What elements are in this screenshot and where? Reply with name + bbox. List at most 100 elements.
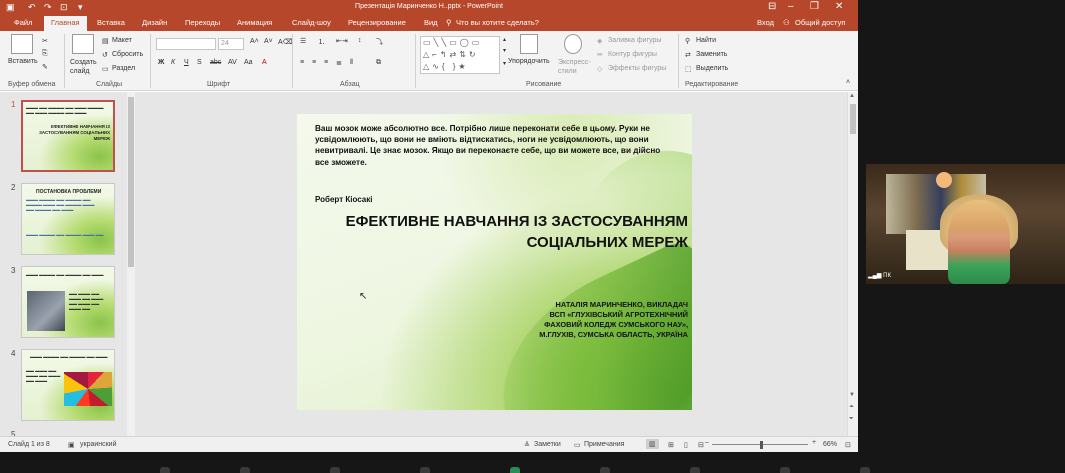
shape-fill-button[interactable]: Заливка фигуры — [608, 37, 661, 44]
format-painter-icon[interactable]: ✎ — [42, 63, 48, 71]
language-label[interactable]: украинский — [80, 441, 117, 448]
tab-slideshow[interactable]: Слайд-шоу — [292, 18, 331, 27]
restore-icon[interactable]: ❐ — [810, 1, 819, 13]
gallery-down-icon[interactable]: ▾ — [503, 47, 506, 54]
quick-styles-button[interactable]: Экспресс-стили — [558, 58, 592, 76]
tab-animation[interactable]: Анимация — [237, 18, 272, 27]
gallery-more-icon[interactable]: ▾ — [503, 60, 506, 67]
columns-icon[interactable]: ⫴ — [350, 59, 353, 67]
layout-button[interactable]: Макет — [112, 37, 132, 44]
slide-thumbnail-1[interactable]: ▬▬▬ ▬▬ ▬▬▬▬ ▬▬ ▬▬▬ ▬▬▬▬ ▬▬ ▬▬▬ ▬▬▬▬ ▬▬ ▬… — [21, 100, 115, 172]
select-button[interactable]: Выделить — [696, 65, 728, 72]
scroll-up-icon[interactable]: ▲ — [849, 93, 855, 99]
slide-thumbnail-4[interactable]: ▬▬▬ ▬▬▬▬ ▬▬ ▬▬▬▬ ▬▬ ▬▬▬ ▬▬ ▬▬▬ ▬▬ ▬▬▬ ▬▬… — [21, 349, 115, 421]
justify-icon[interactable]: ≣ — [336, 59, 342, 67]
underline-icon[interactable]: Ч — [184, 59, 189, 66]
font-size-select[interactable]: 24 — [218, 38, 244, 50]
group-editing-label: Редактирование — [685, 81, 739, 88]
tab-view[interactable]: Вид — [424, 18, 438, 27]
toolbar-icon[interactable] — [690, 467, 700, 473]
zoom-slider-thumb[interactable] — [760, 441, 763, 449]
zoom-out-icon[interactable]: – — [705, 439, 709, 446]
toolbar-icon[interactable] — [240, 467, 250, 473]
toolbar-icon[interactable] — [510, 467, 520, 473]
italic-icon[interactable]: К — [171, 59, 175, 66]
toolbar-icon[interactable] — [860, 467, 870, 473]
slide-sorter-icon[interactable]: ⊞ — [668, 441, 674, 449]
shape-effects-button[interactable]: Эффекты фигуры — [608, 65, 666, 72]
clear-format-icon[interactable]: A⌫ — [278, 38, 293, 46]
bold-icon[interactable]: Ж — [158, 59, 164, 66]
normal-view-icon[interactable]: ▥ — [646, 439, 659, 449]
new-slide-icon[interactable] — [72, 34, 94, 54]
scroll-down-icon[interactable]: ▼ — [849, 392, 855, 398]
thumbnails-scrollbar[interactable] — [127, 92, 135, 436]
shadow-icon[interactable]: S — [197, 59, 202, 66]
change-case-icon[interactable]: Aa — [244, 59, 253, 66]
tab-home[interactable]: Главная — [44, 16, 87, 31]
zoom-level[interactable]: 66% — [823, 441, 837, 448]
font-color-icon[interactable]: A — [262, 59, 267, 66]
align-center-icon[interactable]: ≡ — [312, 59, 316, 66]
slide-scrollbar[interactable]: ▲ ▼ ⏶ ⏷ — [847, 92, 858, 436]
tell-me-icon[interactable]: ⚲ — [446, 18, 452, 27]
ribbon-display-icon[interactable]: ⊟ — [768, 1, 776, 13]
cut-icon[interactable]: ✂ — [42, 37, 48, 45]
slide-thumbnail-2[interactable]: ПОСТАНОВКА ПРОБЛЕМИ ▬▬▬ ▬▬▬▬ ▬▬ ▬▬▬▬ ▬▬ … — [21, 183, 115, 255]
arrange-icon[interactable] — [520, 34, 538, 54]
spelling-icon[interactable]: ▣ — [68, 441, 75, 449]
align-right-icon[interactable]: ≡ — [324, 59, 328, 66]
shrink-font-icon[interactable]: A˅ — [264, 38, 273, 45]
text-direction-icon[interactable]: ⤵ — [376, 37, 383, 47]
smartart-icon[interactable]: ⧉ — [376, 59, 381, 67]
slide-1[interactable]: Ваш мозок може абсолютно все. Потрібно л… — [297, 114, 692, 410]
indent-icon[interactable]: ⇤⇥ — [336, 37, 348, 45]
tab-file[interactable]: Файл — [14, 18, 32, 27]
spacing-icon[interactable]: AV — [228, 59, 237, 66]
toolbar-icon[interactable] — [600, 467, 610, 473]
paste-button[interactable]: Вставить — [8, 58, 38, 65]
toolbar-icon[interactable] — [780, 467, 790, 473]
tell-me-search[interactable]: Что вы хотите сделать? — [456, 18, 539, 27]
grow-font-icon[interactable]: A˄ — [250, 38, 259, 45]
toolbar-icon[interactable] — [420, 467, 430, 473]
new-slide-button[interactable]: Создать слайд — [70, 58, 98, 76]
tab-design[interactable]: Дизайн — [142, 18, 167, 27]
copy-icon[interactable]: ⎘ — [42, 50, 48, 58]
zoom-in-icon[interactable]: + — [812, 439, 816, 446]
notes-button[interactable]: Заметки — [534, 441, 561, 448]
font-name-select[interactable] — [156, 38, 216, 50]
tab-review[interactable]: Рецензирование — [348, 18, 406, 27]
toolbar-icon[interactable] — [330, 467, 340, 473]
arrange-button[interactable]: Упорядочить — [508, 58, 550, 65]
minimize-icon[interactable]: – — [788, 1, 794, 13]
paste-icon[interactable] — [11, 34, 33, 54]
reset-button[interactable]: Сбросить — [112, 51, 143, 58]
slideshow-view-icon[interactable]: ⊟ — [698, 441, 704, 449]
collapse-ribbon-icon[interactable]: ˄ — [846, 79, 850, 86]
comments-button[interactable]: Примечания — [584, 441, 624, 448]
section-button[interactable]: Раздел — [112, 65, 135, 72]
reading-view-icon[interactable]: ▯ — [684, 441, 688, 449]
slide-thumbnail-3[interactable]: ▬▬▬ ▬▬▬▬ ▬▬ ▬▬▬▬ ▬▬ ▬▬▬ ▬▬ ▬▬▬ ▬▬ ▬▬▬ ▬▬… — [21, 266, 115, 338]
close-icon[interactable]: ✕ — [835, 1, 843, 13]
sign-in-link[interactable]: Вход — [757, 18, 774, 27]
line-spacing-icon[interactable]: ↕ — [358, 37, 362, 44]
prev-slide-icon[interactable]: ⏶ — [849, 404, 854, 411]
numbering-icon[interactable]: ⒈ — [318, 37, 325, 47]
strikethrough-icon[interactable]: abc — [210, 59, 221, 66]
gallery-up-icon[interactable]: ▴ — [503, 36, 506, 43]
bullets-icon[interactable]: ☰ — [300, 37, 306, 45]
quick-styles-icon[interactable] — [564, 34, 582, 54]
replace-button[interactable]: Заменить — [696, 51, 727, 58]
align-left-icon[interactable]: ≡ — [300, 59, 304, 66]
fit-slide-icon[interactable]: ⊡ — [845, 441, 851, 449]
next-slide-icon[interactable]: ⏷ — [849, 416, 854, 423]
tab-insert[interactable]: Вставка — [97, 18, 125, 27]
shape-outline-button[interactable]: Контур фигуры — [608, 51, 657, 58]
share-button[interactable]: Общий доступ — [795, 18, 845, 27]
toolbar-icon[interactable] — [160, 467, 170, 473]
tab-transitions[interactable]: Переходы — [185, 18, 220, 27]
shapes-gallery[interactable]: ▭╲╲▭◯▭ △⌐↰⇄⇅↻ △∿{ }★ — [420, 36, 500, 74]
find-button[interactable]: Найти — [696, 37, 716, 44]
